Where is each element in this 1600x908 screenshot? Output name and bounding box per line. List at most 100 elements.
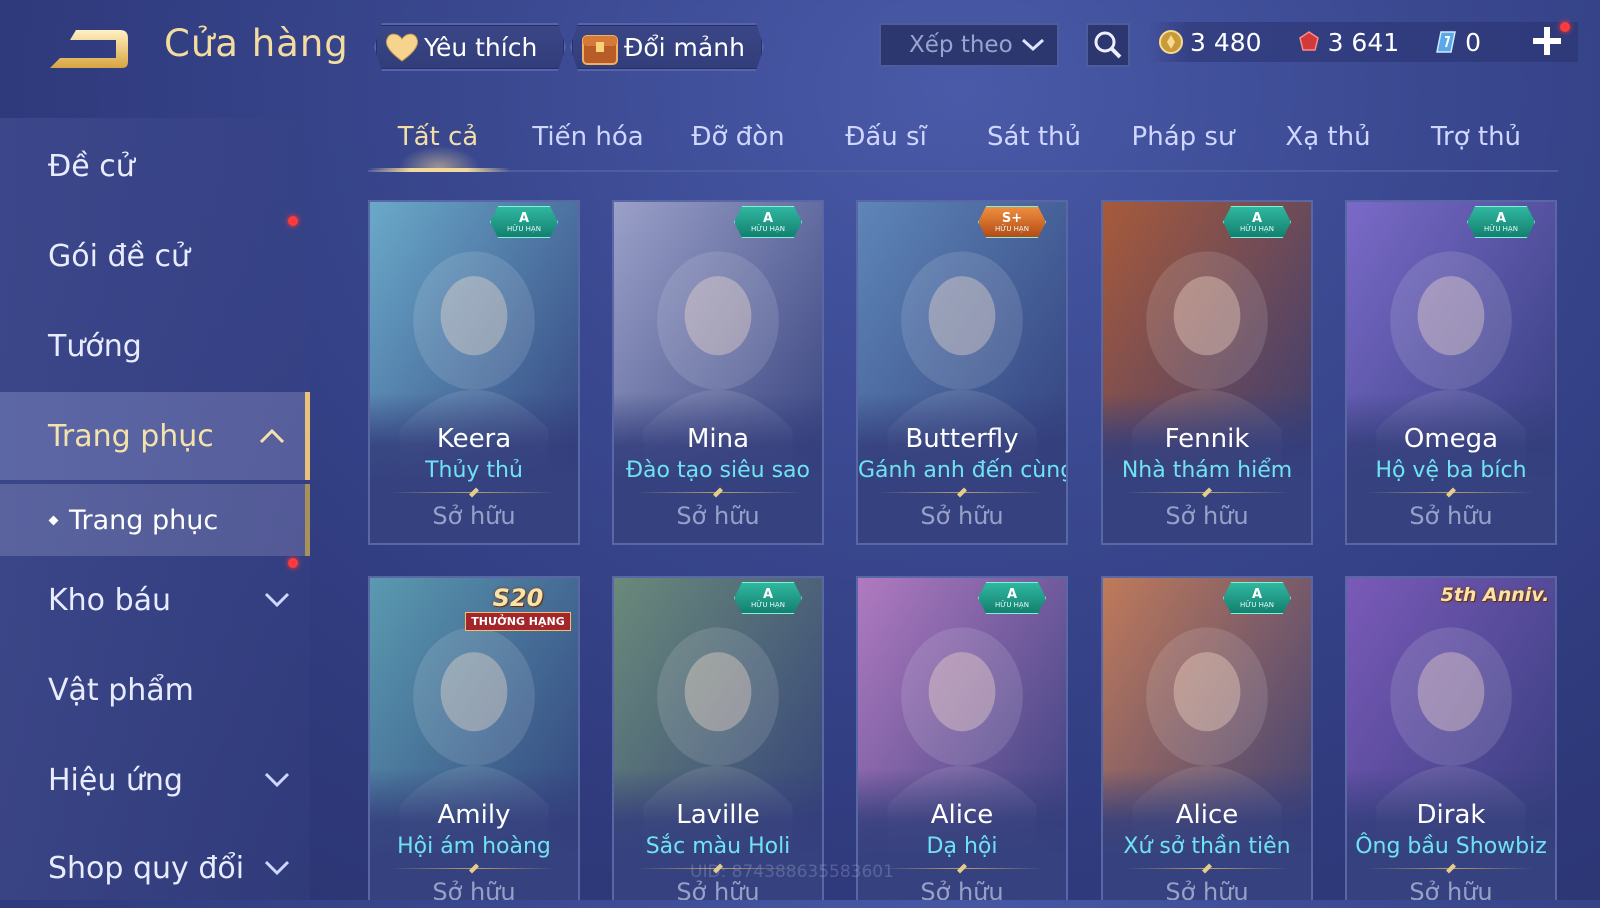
sidebar-item-treasure[interactable]: Kho báu xyxy=(0,560,310,640)
sidebar-subitem-label: Trang phục xyxy=(69,504,219,536)
tab-assassin[interactable]: Sát thủ xyxy=(964,122,1104,152)
ruby-amount: 3 641 xyxy=(1327,27,1400,57)
skin-name: Hội ám hoàng xyxy=(397,834,551,859)
tab-label: Tiến hóa xyxy=(532,122,644,152)
sidebar-item-label: Trang phục xyxy=(48,418,214,454)
card-divider xyxy=(1123,492,1291,493)
fragment-label: Đổi mảnh xyxy=(624,32,745,62)
skin-name: Hộ vệ ba bích xyxy=(1375,458,1527,483)
back-arrow-icon xyxy=(50,30,128,68)
badge-grade: A xyxy=(1006,586,1018,602)
skin-grid: A HỮU HẠN Keera Thủy thủ Sở hữu A HỮU HẠN Mina Đ… xyxy=(368,200,1560,900)
owned-status: Sở hữu xyxy=(1165,878,1249,900)
page-title: Cửa hàng xyxy=(164,22,349,65)
gold-currency: 3 480 xyxy=(1158,28,1262,57)
hero-name: Amily xyxy=(437,800,511,830)
skin-name: Thủy thủ xyxy=(425,458,523,483)
search-icon xyxy=(1094,31,1122,59)
skin-name: Sắc màu Holi xyxy=(645,834,791,859)
tab-fighter[interactable]: Đấu sĩ xyxy=(816,122,956,152)
sidebar-item-label: Hiệu ứng xyxy=(48,762,183,798)
badge-text: HỮU HẠN xyxy=(995,600,1029,609)
sidebar-item-recommended[interactable]: Đề cử xyxy=(0,126,310,206)
skin-card[interactable]: A HỮU HẠN Keera Thủy thủ Sở hữu xyxy=(368,200,580,545)
badge-text: HỮU HẠN xyxy=(1484,224,1518,233)
skin-name: Dạ hội xyxy=(926,834,998,859)
gold-coin-icon xyxy=(1159,30,1183,54)
favorite-label: Yêu thích xyxy=(424,32,538,62)
gold-amount: 3 480 xyxy=(1190,27,1262,57)
ribbon-top-text: S20 xyxy=(492,584,544,612)
card-divider xyxy=(878,868,1046,869)
sort-placeholder: Xếp theo xyxy=(909,32,1013,58)
sidebar-item-heroes[interactable]: Tướng xyxy=(0,306,310,386)
hero-name: Laville xyxy=(676,800,760,830)
favorite-button[interactable]: Yêu thích xyxy=(374,23,566,71)
sidebar-item-label: Shop quy đổi xyxy=(48,850,245,886)
skin-card[interactable]: A HỮU HẠN Alice Dạ hội Sở hữu xyxy=(856,576,1068,900)
sidebar-item-skins[interactable]: Trang phục xyxy=(0,392,310,480)
event-ribbon: 5th Anniv. xyxy=(1439,584,1551,642)
badge-grade: A xyxy=(1495,210,1507,226)
sidebar-item-items[interactable]: Vật phẩm xyxy=(0,650,310,730)
owned-status: Sở hữu xyxy=(1409,502,1493,530)
sidebar-item-exchange-shop[interactable]: Shop quy đổi xyxy=(0,828,310,908)
back-button[interactable] xyxy=(46,24,130,72)
sidebar: Đề cử Gói đề cử Tướng Trang phục Trang p… xyxy=(0,118,310,900)
tab-label: Sát thủ xyxy=(986,122,1082,152)
card-divider xyxy=(390,868,558,869)
badge-grade: A xyxy=(762,210,774,226)
tab-tank[interactable]: Đỡ đòn xyxy=(668,122,808,152)
skin-card[interactable]: 5th Anniv. Dirak Ông bầu Showbiz Sở hữu xyxy=(1345,576,1557,900)
tab-support[interactable]: Trợ thủ xyxy=(1406,122,1546,152)
tab-evolution[interactable]: Tiến hóa xyxy=(518,122,658,152)
tab-label: Đỡ đòn xyxy=(691,122,785,152)
sidebar-item-effects[interactable]: Hiệu ứng xyxy=(0,740,310,820)
uid-watermark: UID: 874388635583601 xyxy=(690,862,894,882)
skin-card[interactable]: S20 THƯỞNG HẠNG Amily Hội ám hoàng Sở hữu xyxy=(368,576,580,900)
fragment-exchange-button[interactable]: Đổi mảnh xyxy=(570,23,764,71)
search-button[interactable] xyxy=(1086,23,1130,67)
event-ribbon: S20 THƯỞNG HẠNG xyxy=(462,584,574,642)
hero-name: Fennik xyxy=(1164,424,1250,454)
badge-text: HỮU HẠN xyxy=(751,600,785,609)
limited-badge: A HỮU HẠN xyxy=(490,206,558,238)
badge-grade: A xyxy=(518,210,530,226)
skin-card[interactable]: S+ HỮU HẠN Butterfly Gánh anh đến cùng Sở hữ… xyxy=(856,200,1068,545)
limited-badge: A HỮU HẠN xyxy=(734,206,802,238)
tab-label: Trợ thủ xyxy=(1430,122,1522,152)
badge-text: HỮU HẠN xyxy=(1240,224,1274,233)
card-divider xyxy=(1367,492,1535,493)
role-tabs: Tất cả Tiến hóa Đỡ đòn Đấu sĩ Sát thủ Ph… xyxy=(368,116,1558,172)
tab-active-underline xyxy=(368,168,510,172)
bullet-icon xyxy=(48,515,59,525)
limited-badge: A HỮU HẠN xyxy=(978,582,1046,614)
limited-badge: S+ HỮU HẠN xyxy=(978,206,1046,238)
sidebar-subitem-skins[interactable]: Trang phục xyxy=(0,484,310,556)
skin-card[interactable]: A HỮU HẠN Fennik Nhà thám hiểm Sở hữu xyxy=(1101,200,1313,545)
badge-grade: A xyxy=(762,586,774,602)
voucher-currency: 0 xyxy=(1433,28,1481,57)
plus-icon xyxy=(1533,27,1561,55)
skin-card[interactable]: A HỮU HẠN Laville Sắc màu Holi Sở hữu xyxy=(612,576,824,900)
skin-card[interactable]: A HỮU HẠN Omega Hộ vệ ba bích Sở hữu xyxy=(1345,200,1557,545)
skin-card[interactable]: A HỮU HẠN Alice Xứ sở thần tiên Sở hữu xyxy=(1101,576,1313,900)
sort-dropdown[interactable]: Xếp theo xyxy=(879,23,1059,67)
card-divider xyxy=(1123,868,1291,869)
hero-name: Alice xyxy=(930,800,994,830)
owned-status: Sở hữu xyxy=(676,502,760,530)
card-divider xyxy=(390,492,558,493)
owned-status: Sở hữu xyxy=(432,878,516,900)
ribbon-bottom-text: THƯỞNG HẠNG xyxy=(465,612,571,631)
sidebar-item-recommended-packs[interactable]: Gói đề cử xyxy=(0,216,310,296)
hero-name: Keera xyxy=(436,424,512,454)
badge-grade: A xyxy=(1251,586,1263,602)
hero-name: Dirak xyxy=(1416,800,1486,830)
skin-card[interactable]: A HỮU HẠN Mina Đào tạo siêu sao Sở hữu xyxy=(612,200,824,545)
add-currency-button[interactable] xyxy=(1530,24,1564,58)
voucher-icon xyxy=(1436,31,1457,53)
voucher-amount: 0 xyxy=(1465,27,1482,57)
badge-text: HỮU HẠN xyxy=(1240,600,1274,609)
tab-marksman[interactable]: Xạ thủ xyxy=(1258,122,1398,152)
tab-mage[interactable]: Pháp sư xyxy=(1113,122,1253,152)
